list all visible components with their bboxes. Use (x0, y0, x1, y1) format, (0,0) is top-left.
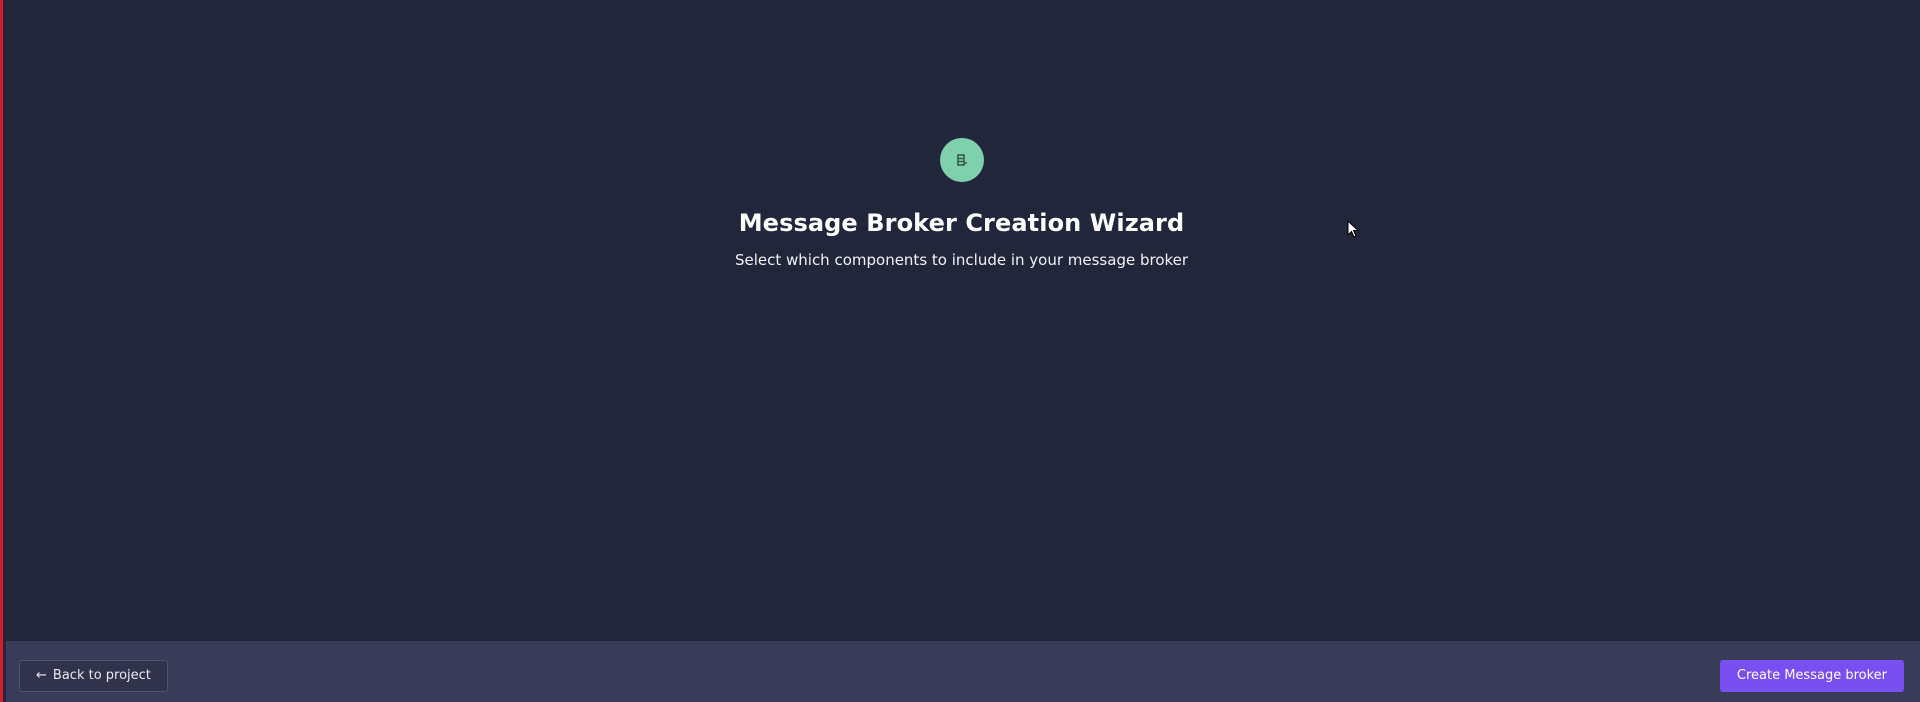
page-title: Message Broker Creation Wizard (738, 209, 1185, 237)
page-subtitle: Select which components to include in yo… (734, 251, 1189, 269)
back-to-project-button[interactable]: ← Back to project (19, 659, 168, 692)
arrow-left-icon: ← (36, 668, 47, 683)
mouse-cursor-icon (1347, 220, 1360, 238)
create-message-broker-button[interactable]: Create Message broker (1719, 659, 1904, 692)
back-button-label: Back to project (52, 668, 151, 683)
wizard-header: Message Broker Creation Wizard Select wh… (3, 138, 1920, 269)
wizard-badge (939, 138, 984, 182)
wizard-page: Message Broker Creation Wizard Select wh… (0, 0, 1920, 702)
wizard-footer: ← Back to project Create Message broker (6, 641, 1920, 702)
broker-icon (956, 154, 967, 166)
